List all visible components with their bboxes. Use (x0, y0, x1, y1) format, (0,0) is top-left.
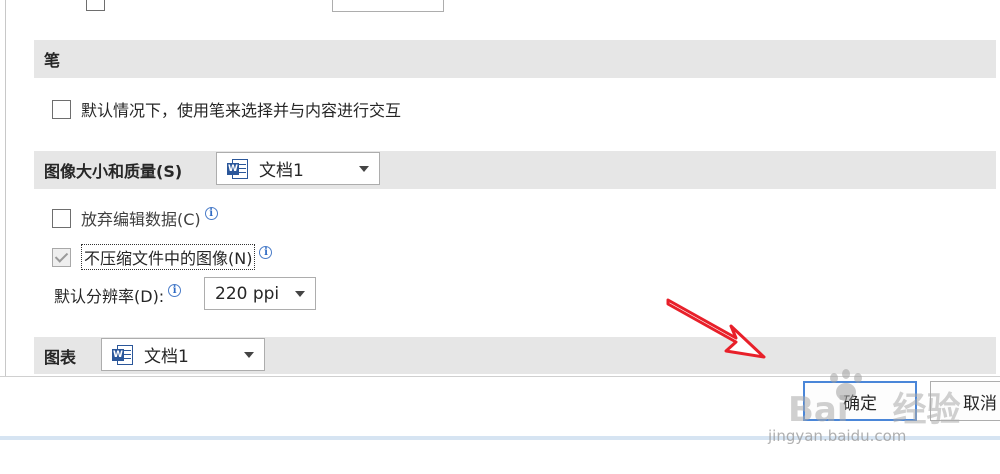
no-compress-label: 不压缩文件中的图像(N) (81, 244, 256, 270)
default-resolution-value: 220 ppi (215, 283, 280, 304)
discard-edit-data-checkbox[interactable] (52, 208, 71, 228)
watermark-brand-latin: Bai (788, 390, 849, 430)
section-title-image-quality: 图像大小和质量(S) (44, 162, 183, 181)
pen-option-row[interactable]: 默认情况下，使用笔来选择并与内容进行交互 (52, 97, 401, 121)
watermark-brand-cn: 经验 (892, 390, 961, 430)
chevron-down-icon (244, 352, 254, 358)
chevron-down-icon (359, 166, 369, 172)
discard-edit-data-row[interactable]: 放弃编辑数据(C) i (52, 206, 218, 230)
no-compress-checkbox[interactable] (52, 247, 71, 267)
info-icon[interactable]: i (259, 245, 273, 259)
watermark-brand: Bai 经验 (788, 382, 961, 431)
section-title-pen: 笔 (44, 51, 61, 70)
no-compress-row[interactable]: 不压缩文件中的图像(N) i (52, 244, 273, 270)
clipped-button[interactable] (332, 0, 444, 12)
section-header-image-quality: 图像大小和质量(S) (34, 151, 996, 189)
default-resolution-label: 默认分辨率(D): (54, 287, 165, 306)
clipped-checkbox[interactable] (86, 0, 105, 11)
options-scroll-panel[interactable]: 笔 默认情况下，使用笔来选择并与内容进行交互 图像大小和质量(S) W 文档1 … (34, 0, 1000, 374)
pen-option-label: 默认情况下，使用笔来选择并与内容进行交互 (81, 101, 402, 120)
cancel-button-label: 取消 (963, 393, 997, 414)
section-header-pen: 笔 (34, 40, 996, 78)
charts-document-select[interactable]: W 文档1 (101, 338, 265, 371)
word-document-icon: W (112, 344, 134, 366)
watermark-url: jingyan.baidu.com (768, 427, 907, 445)
discard-edit-data-label: 放弃编辑数据(C) (81, 210, 201, 229)
default-resolution-select[interactable]: 220 ppi (204, 277, 316, 310)
pen-select-checkbox[interactable] (52, 99, 71, 119)
image-quality-document-select[interactable]: W 文档1 (216, 152, 380, 185)
default-resolution-row: 默认分辨率(D): i (54, 283, 182, 307)
dialog-nav-border (0, 0, 6, 376)
charts-document-value: 文档1 (144, 347, 189, 367)
image-quality-document-value: 文档1 (259, 161, 304, 181)
info-icon[interactable]: i (168, 283, 182, 297)
word-document-icon: W (227, 158, 249, 180)
chevron-down-icon (295, 291, 305, 297)
info-icon[interactable]: i (204, 206, 218, 220)
section-title-charts: 图表 (44, 348, 77, 367)
